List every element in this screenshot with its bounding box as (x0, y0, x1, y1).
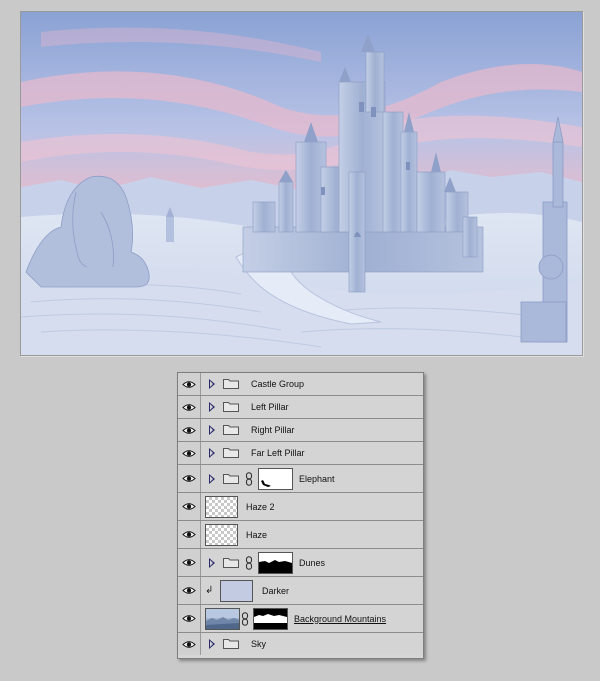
folder-icon (223, 402, 239, 412)
eye-icon (182, 615, 196, 622)
folder-icon (223, 639, 239, 649)
visibility-toggle[interactable] (178, 521, 201, 548)
layer-row-elephant[interactable]: Elephant (178, 465, 423, 493)
eye-icon (182, 449, 196, 457)
layer-name: Dunes (299, 557, 326, 568)
layer-row-darker[interactable]: ↲ Darker (178, 577, 423, 605)
visibility-toggle[interactable] (178, 465, 201, 492)
layer-row-haze-2[interactable]: Haze 2 (178, 493, 423, 521)
expand-triangle-icon[interactable] (209, 557, 215, 568)
layer-name: Castle Group (251, 379, 305, 389)
visibility-toggle[interactable] (178, 633, 201, 655)
link-chain-icon[interactable] (241, 611, 249, 626)
layer-name: Sky (251, 639, 267, 649)
eye-icon (182, 403, 196, 411)
folder-icon (223, 379, 239, 389)
folder-icon (223, 473, 239, 484)
folder-icon (223, 557, 239, 568)
eye-icon (182, 475, 196, 482)
mask-preview (259, 468, 292, 489)
layers-panel: Castle Group Left Pillar Right Pillar Fa… (177, 372, 424, 659)
visibility-toggle[interactable] (178, 373, 201, 395)
expand-triangle-icon[interactable] (209, 473, 215, 484)
eye-icon (182, 559, 196, 566)
layer-name: Haze (246, 529, 268, 540)
layer-name: Elephant (299, 473, 335, 484)
layer-row-castle-group[interactable]: Castle Group (178, 373, 423, 396)
expand-triangle-icon[interactable] (209, 402, 215, 412)
layer-name: Darker (262, 585, 290, 596)
layer-thumbnail[interactable] (220, 579, 253, 602)
link-chain-icon[interactable] (245, 555, 253, 570)
visibility-toggle[interactable] (178, 577, 201, 604)
expand-triangle-icon[interactable] (209, 425, 215, 435)
layer-row-background-mountains[interactable]: Background Mountains (178, 605, 423, 633)
folder-icon (223, 448, 239, 458)
visibility-toggle[interactable] (178, 493, 201, 520)
clipping-mask-arrow-icon: ↲ (205, 584, 214, 596)
eye-icon (182, 640, 196, 648)
layer-name: Background Mountains (294, 613, 387, 624)
folder-icon (223, 425, 239, 435)
layer-thumbnail[interactable] (205, 607, 240, 630)
visibility-toggle[interactable] (178, 605, 201, 632)
layer-row-right-pillar[interactable]: Right Pillar (178, 419, 423, 442)
mountains-preview (206, 608, 239, 629)
layer-name: Far Left Pillar (251, 448, 305, 458)
layer-mask-thumbnail[interactable] (258, 551, 293, 574)
link-chain-icon[interactable] (245, 471, 253, 486)
mask-preview (259, 552, 292, 573)
layer-row-far-left-pillar[interactable]: Far Left Pillar (178, 442, 423, 465)
layer-row-sky[interactable]: Sky (178, 633, 423, 655)
visibility-toggle[interactable] (178, 442, 201, 464)
layer-thumbnail[interactable] (205, 523, 238, 546)
expand-triangle-icon[interactable] (209, 448, 215, 458)
canvas-artwork (20, 11, 583, 356)
layer-mask-thumbnail[interactable] (253, 607, 288, 630)
layer-row-dunes[interactable]: Dunes (178, 549, 423, 577)
layer-name: Right Pillar (251, 425, 295, 435)
layer-row-haze[interactable]: Haze (178, 521, 423, 549)
eye-icon (182, 380, 196, 388)
visibility-toggle[interactable] (178, 419, 201, 441)
visibility-toggle[interactable] (178, 549, 201, 576)
expand-triangle-icon[interactable] (209, 379, 215, 389)
layer-mask-thumbnail[interactable] (258, 467, 293, 490)
layer-name: Left Pillar (251, 402, 289, 412)
visibility-toggle[interactable] (178, 396, 201, 418)
eye-icon (182, 587, 196, 594)
eye-icon (182, 531, 196, 538)
layer-thumbnail[interactable] (205, 495, 238, 518)
mask-preview (254, 608, 287, 629)
eye-icon (182, 503, 196, 510)
layer-row-left-pillar[interactable]: Left Pillar (178, 396, 423, 419)
sand-castle-artwork (21, 12, 582, 355)
eye-icon (182, 426, 196, 434)
layer-name: Haze 2 (246, 501, 275, 512)
expand-triangle-icon[interactable] (209, 639, 215, 649)
